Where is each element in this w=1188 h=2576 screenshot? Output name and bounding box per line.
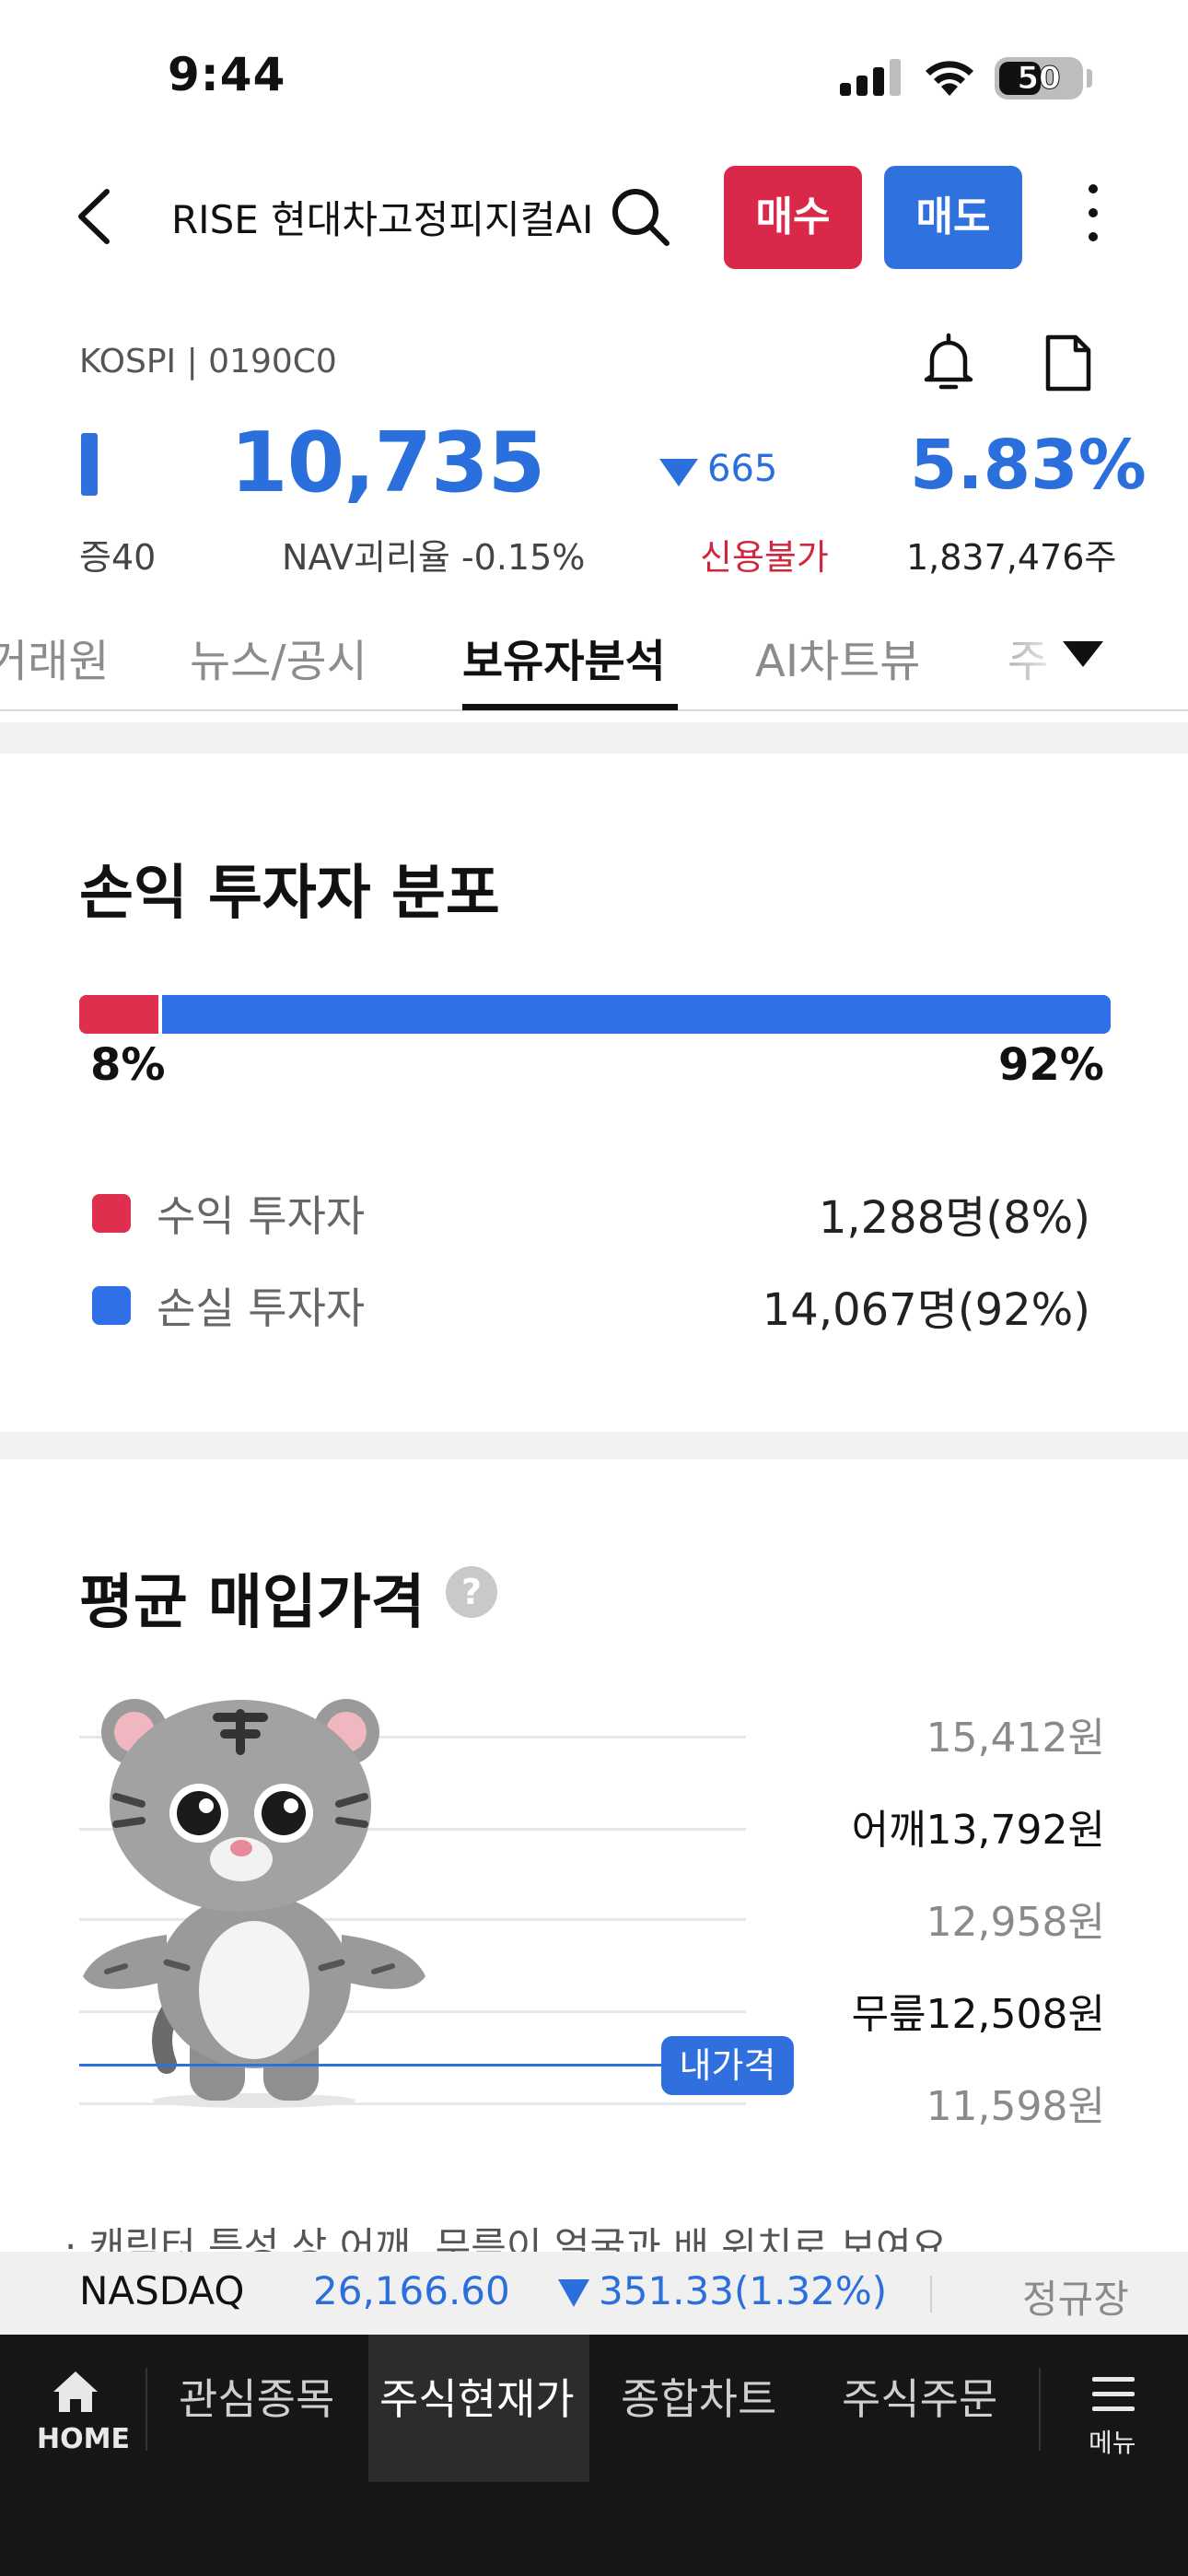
ticker-index-change: 351.33(1.32%) (599, 2268, 888, 2313)
avg-price-title: 평균 매입가격 (79, 1569, 425, 1637)
nav-home[interactable]: HOME (37, 2423, 130, 2455)
distribution-title: 손익 투자자 분포 (79, 860, 500, 928)
tab-news[interactable]: 뉴스/공시 (190, 625, 367, 689)
distribution-bar (79, 995, 1111, 1034)
down-arrow-icon (659, 459, 698, 486)
knee-price-label: 무릎12,508원 (851, 1991, 1105, 2038)
nav-order[interactable]: 주식주문 (842, 2366, 997, 2427)
down-arrow-icon (558, 2279, 589, 2307)
bell-icon[interactable] (919, 332, 978, 392)
chevron-down-icon[interactable] (1059, 636, 1107, 673)
tab-ai-chart[interactable]: AI차트뷰 (755, 625, 920, 689)
home-icon[interactable] (50, 2368, 101, 2414)
shoulder-price-label: 어깨13,792원 (851, 1807, 1105, 1854)
loss-legend-label: 손실 투자자 (157, 1283, 366, 1333)
nav-separator (1039, 2368, 1041, 2451)
market-session: 정규장 (1022, 2277, 1129, 2322)
price-level-label: 15,412원 (926, 1715, 1105, 1762)
current-price: 10,735 (230, 415, 545, 511)
active-tab-indicator (462, 704, 678, 710)
loss-legend-value: 14,067명(92%) (762, 1284, 1090, 1336)
page-title: RISE 현대차고정피지컬AI (171, 197, 594, 242)
margin-rate: 증40 (79, 537, 157, 578)
cellular-signal-icon (840, 59, 904, 96)
ticker-index-value: 26,166.60 (313, 2268, 510, 2313)
tab-holder-analysis[interactable]: 보유자분석 (462, 625, 666, 689)
nav-menu[interactable]: 메뉴 (1089, 2423, 1136, 2460)
help-icon[interactable]: ? (446, 1566, 497, 1618)
section-divider (0, 1432, 1188, 1459)
sell-button[interactable]: 매도 (884, 166, 1022, 269)
wifi-icon (926, 61, 973, 96)
section-divider (0, 722, 1188, 754)
loss-percent: 92% (998, 1039, 1104, 1091)
profit-legend-swatch (92, 1194, 131, 1233)
price-level-label: 11,598원 (926, 2083, 1105, 2130)
tab-broker[interactable]: 거래원 (0, 625, 109, 689)
battery-icon: 50 (995, 57, 1083, 100)
status-time: 9:44 (168, 48, 286, 101)
search-icon[interactable] (608, 184, 672, 249)
battery-tip (1087, 69, 1092, 88)
more-options-icon[interactable] (1079, 184, 1107, 251)
tiger-character-illustration (83, 1699, 425, 2108)
nav-chart[interactable]: 종합차트 (621, 2366, 776, 2427)
loss-legend-swatch (92, 1286, 131, 1325)
nav-separator (146, 2368, 147, 2451)
nav-gap: NAV괴리율 -0.15% (282, 537, 586, 578)
price-level-label: 12,958원 (926, 1899, 1105, 1946)
credit-status: 신용불가 (700, 537, 829, 578)
battery-level: 50 (1017, 60, 1061, 98)
menu-icon[interactable] (1090, 2375, 1136, 2414)
document-icon[interactable] (1042, 334, 1094, 392)
price-change: 665 (707, 448, 778, 490)
profit-segment (79, 995, 162, 1034)
my-price-line (79, 2064, 669, 2067)
trading-volume: 1,837,476주 (906, 537, 1117, 578)
price-marker (81, 433, 98, 496)
profit-percent: 8% (90, 1039, 166, 1091)
profit-legend-label: 수익 투자자 (157, 1191, 366, 1241)
profit-legend-value: 1,288명(8%) (818, 1192, 1090, 1244)
back-icon[interactable] (70, 184, 125, 249)
ticker-divider (930, 2276, 932, 2313)
buy-button[interactable]: 매수 (724, 166, 862, 269)
nav-current-price[interactable]: 주식현재가 (379, 2366, 575, 2427)
my-price-tag: 내가격 (661, 2036, 794, 2095)
market-code: KOSPI | 0190C0 (79, 343, 337, 381)
nav-watchlist[interactable]: 관심종목 (179, 2366, 334, 2427)
change-rate: 5.83% (910, 426, 1147, 505)
ticker-index-name: NASDAQ (79, 2268, 245, 2313)
